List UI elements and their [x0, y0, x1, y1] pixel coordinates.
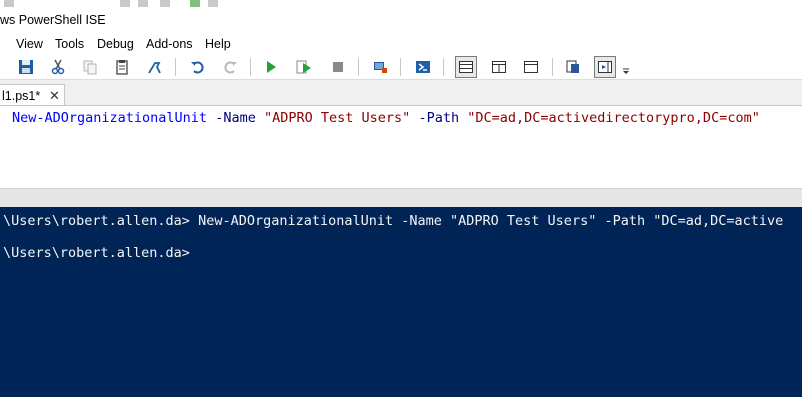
toolbar-separator [358, 58, 359, 76]
paste-icon[interactable] [112, 57, 132, 77]
quick-access-icon[interactable] [138, 0, 148, 7]
console-prompt: \Users\robert.allen.da> [3, 245, 190, 261]
show-commands-window-icon[interactable] [563, 57, 583, 77]
close-icon[interactable]: ✕ [49, 88, 60, 104]
quick-access-icon[interactable] [208, 0, 218, 7]
show-command-addon-icon[interactable] [594, 56, 616, 78]
copy-icon[interactable] [80, 57, 100, 77]
code-line: New-ADOrganizationalUnit -Name "ADPRO Te… [12, 110, 760, 126]
show-script-pane-right-icon[interactable] [489, 57, 509, 77]
stop-icon[interactable] [328, 57, 348, 77]
quick-access-icon[interactable] [190, 0, 200, 7]
show-script-pane-top-icon[interactable] [455, 56, 477, 78]
toolbar [0, 54, 802, 80]
powershell-console-icon[interactable] [413, 57, 433, 77]
bottom-border [0, 397, 802, 402]
quick-access-toolbar [0, 0, 240, 8]
console-pane[interactable]: \Users\robert.allen.da> New-ADOrganizati… [0, 207, 802, 397]
toolbar-overflow-icon[interactable] [621, 57, 631, 77]
console-line: \Users\robert.allen.da> New-ADOrganizati… [3, 213, 784, 229]
cut-icon[interactable] [48, 57, 68, 77]
menu-item-help[interactable]: Help [205, 37, 231, 51]
undo-icon[interactable] [188, 57, 208, 77]
quick-access-icon[interactable] [120, 0, 130, 7]
run-script-icon[interactable] [261, 57, 281, 77]
show-script-pane-maximized-icon[interactable] [521, 57, 541, 77]
pane-splitter[interactable] [0, 188, 802, 207]
menu-item-add-ons[interactable]: Add-ons [146, 37, 193, 51]
code-cmdlet: New-ADOrganizationalUnit [12, 110, 208, 126]
code-parameter: -Name [215, 110, 256, 126]
toolbar-separator [552, 58, 553, 76]
run-selection-icon[interactable] [294, 57, 314, 77]
tab-script[interactable]: l1.ps1* ✕ [0, 84, 65, 106]
menu-item-debug[interactable]: Debug [97, 37, 134, 51]
script-editor[interactable]: New-ADOrganizationalUnit -Name "ADPRO Te… [0, 105, 802, 188]
toolbar-separator [400, 58, 401, 76]
menu-item-tools[interactable]: Tools [55, 37, 84, 51]
save-icon[interactable] [16, 57, 36, 77]
quick-access-icon[interactable] [160, 0, 170, 7]
toolbar-separator [175, 58, 176, 76]
code-parameter: -Path [418, 110, 460, 126]
redo-icon[interactable] [220, 57, 240, 77]
code-string: "ADPRO Test Users" [264, 110, 411, 126]
clear-console-icon[interactable] [144, 57, 164, 77]
window-title: ws PowerShell ISE [0, 13, 106, 27]
tab-label: l1.ps1* [2, 89, 41, 103]
script-tab-strip: l1.ps1* ✕ [0, 80, 802, 106]
title-bar: ws PowerShell ISE [0, 0, 802, 36]
remote-powershell-icon[interactable] [370, 57, 390, 77]
code-string: "DC=ad,DC=activedirectorypro,DC=com" [467, 110, 760, 126]
toolbar-separator [250, 58, 251, 76]
toolbar-separator [443, 58, 444, 76]
menu-bar: : View Tools Debug Add-ons Help [0, 36, 802, 54]
quick-access-icon[interactable] [4, 0, 14, 7]
menu-item-view[interactable]: View [16, 37, 43, 51]
